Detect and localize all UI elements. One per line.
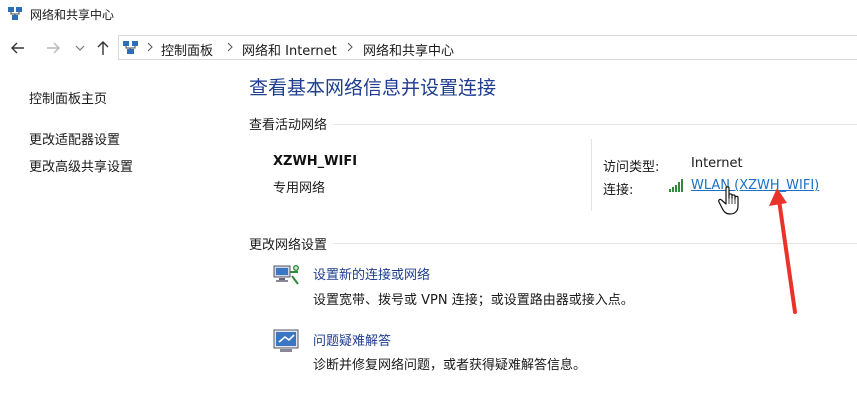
control-panel-icon: [123, 41, 138, 54]
breadcrumb-separator-icon[interactable]: [226, 41, 234, 53]
window-title: 网络和共享中心: [30, 8, 115, 22]
troubleshoot-description: 诊断并修复网络问题，或者获得疑难解答信息。: [313, 358, 587, 373]
annotation-arrow: [769, 188, 797, 314]
network-center-icon: [8, 7, 22, 20]
access-type-label: 访问类型:: [603, 160, 660, 175]
sidebar-item-change-advanced-sharing[interactable]: 更改高级共享设置: [29, 156, 133, 175]
breadcrumb-separator-icon[interactable]: [346, 41, 354, 53]
vertical-divider: [591, 139, 592, 211]
recent-locations-chevron-icon[interactable]: [70, 38, 90, 58]
new-connection-icon: [273, 265, 299, 285]
breadcrumb-separator-icon[interactable]: [146, 41, 154, 53]
network-name: XZWH_WIFI: [273, 154, 358, 169]
breadcrumb-network-sharing-center[interactable]: 网络和共享中心: [363, 40, 454, 59]
sidebar-item-change-adapter-settings[interactable]: 更改适配器设置: [29, 129, 120, 148]
change-network-settings-heading: 更改网络设置: [249, 234, 334, 253]
hand-pointer-icon: [718, 186, 739, 215]
navigation-bar: 控制面板 网络和 Internet 网络和共享中心: [0, 32, 857, 64]
troubleshoot-icon: [273, 329, 299, 352]
sidebar-item-control-panel-home[interactable]: 控制面板主页: [29, 88, 107, 107]
active-networks-heading: 查看活动网络: [249, 114, 334, 133]
troubleshoot-link[interactable]: 问题疑难解答: [313, 330, 391, 349]
page-title: 查看基本网络信息并设置连接: [249, 77, 497, 99]
address-bar[interactable]: 控制面板 网络和 Internet 网络和共享中心: [118, 35, 857, 60]
back-arrow-icon[interactable]: [8, 38, 28, 58]
up-arrow-icon[interactable]: [93, 38, 113, 58]
breadcrumb-control-panel[interactable]: 控制面板: [161, 40, 213, 59]
wifi-signal-icon: [669, 179, 683, 192]
section-divider: [249, 124, 857, 125]
setup-new-connection-description: 设置宽带、拨号或 VPN 连接；或设置路由器或接入点。: [313, 293, 634, 308]
breadcrumb-network-internet[interactable]: 网络和 Internet: [242, 40, 337, 59]
network-category-link[interactable]: 专用网络: [273, 177, 325, 196]
access-type-value: Internet: [691, 156, 743, 171]
setup-new-connection-link[interactable]: 设置新的连接或网络: [313, 264, 430, 283]
connection-label: 连接:: [603, 183, 634, 198]
forward-arrow-icon[interactable]: [43, 38, 63, 58]
title-bar: 网络和共享中心: [0, 0, 857, 30]
